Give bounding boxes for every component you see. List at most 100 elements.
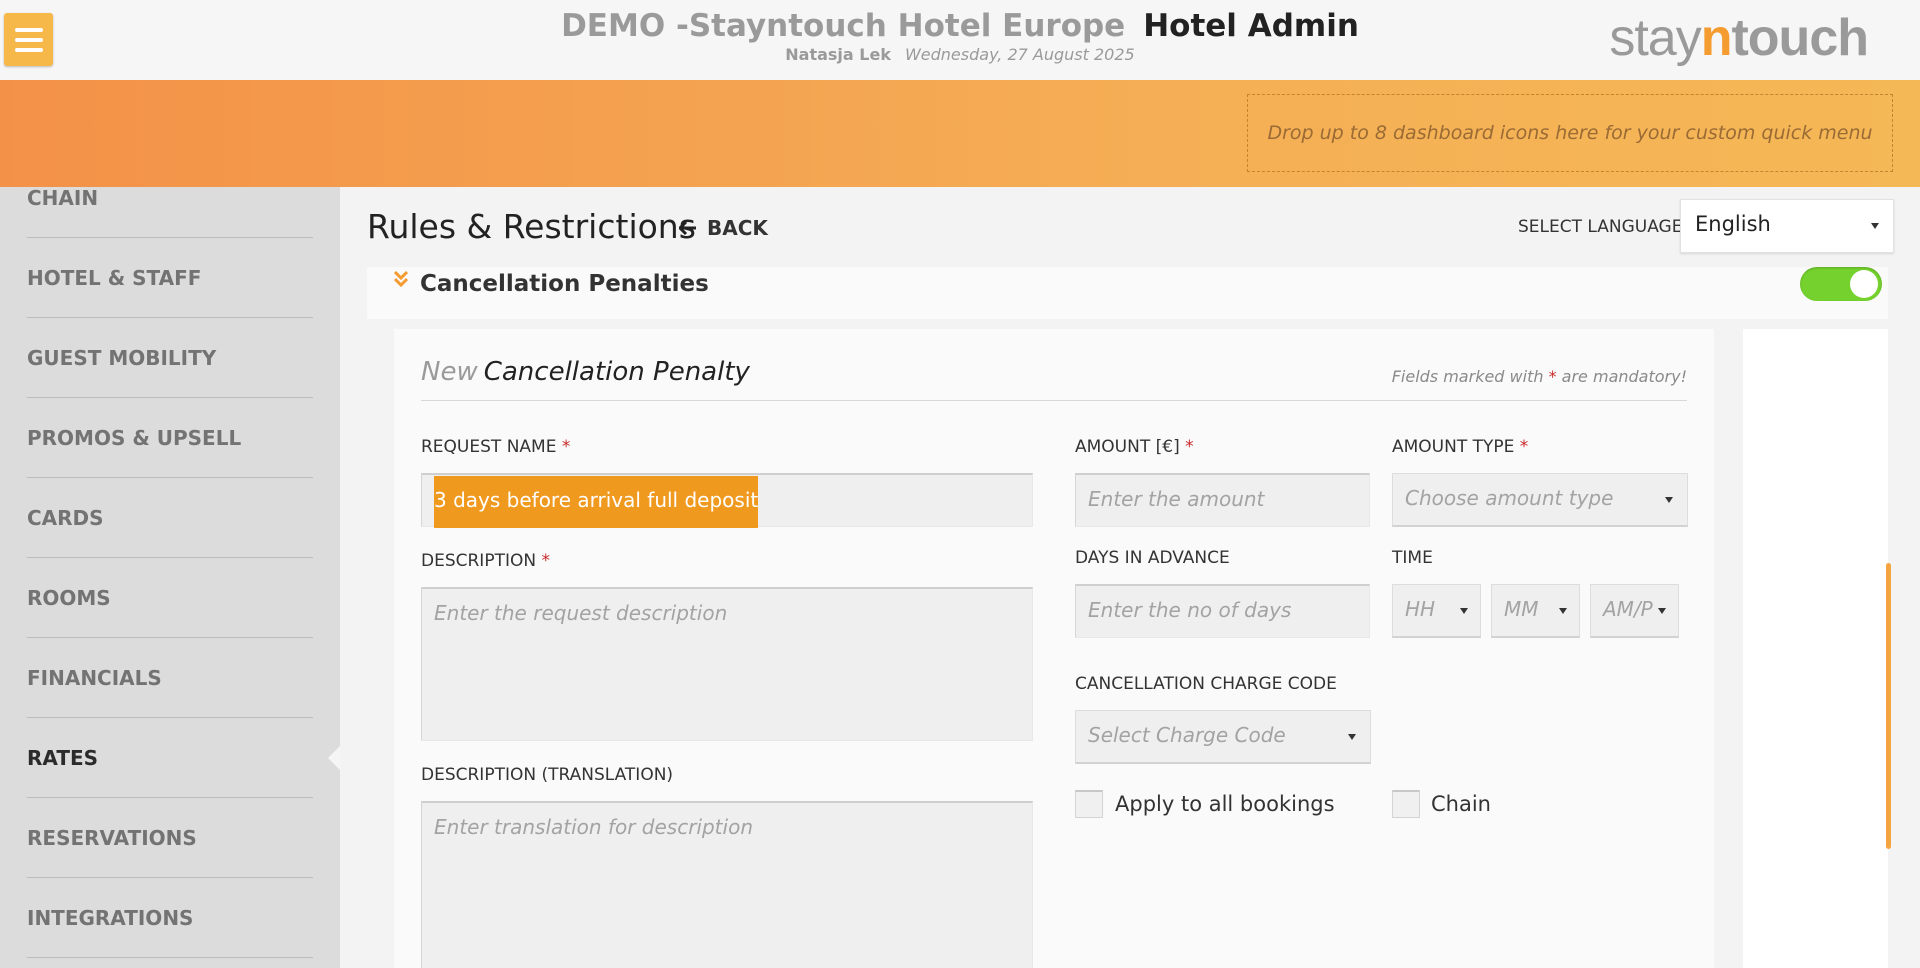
sidebar-item-chain[interactable]: CHAIN xyxy=(27,187,313,238)
sidebar-item-label: CHAIN xyxy=(27,187,99,210)
label-text: AMOUNT TYPE xyxy=(1392,437,1515,457)
quick-menu-hint: Drop up to 8 dashboard icons here for yo… xyxy=(1267,122,1873,144)
form-heading-name: Cancellation Penalty xyxy=(483,357,750,387)
request-name-input[interactable]: 3 days before arrival full deposit xyxy=(421,473,1033,528)
sidebar-item-guest-mobility[interactable]: GUEST MOBILITY xyxy=(27,318,313,398)
chevron-down-icon xyxy=(1665,496,1673,503)
sidebar-item-label: FINANCIALS xyxy=(27,665,162,690)
sidebar-item-cards[interactable]: CARDS xyxy=(27,478,313,558)
apply-to-all-bookings-checkbox[interactable] xyxy=(1075,790,1103,818)
chain-label: Chain xyxy=(1431,792,1491,816)
chevron-down-icon xyxy=(1871,223,1879,229)
arrow-left-icon xyxy=(679,221,696,235)
mandatory-note: Fields marked with * are mandatory! xyxy=(1392,367,1687,386)
quick-menu-band: Drop up to 8 dashboard icons here for yo… xyxy=(0,80,1920,187)
hotel-name: DEMO -Stayntouch Hotel Europe xyxy=(561,8,1126,44)
language-select[interactable]: English xyxy=(1680,199,1894,253)
mandatory-note-text: Fields marked with xyxy=(1391,367,1544,386)
back-button[interactable]: BACK xyxy=(679,216,768,240)
double-chevron-down-icon xyxy=(393,270,409,290)
time-minute-select[interactable]: MM xyxy=(1491,584,1580,638)
form-heading-prefix: New xyxy=(421,357,478,387)
language-value: English xyxy=(1695,212,1771,236)
sidebar-item-rates[interactable]: RATES xyxy=(27,718,313,798)
select-language-label: SELECT LANGUAGE xyxy=(1518,217,1683,237)
chain-checkbox[interactable] xyxy=(1392,790,1420,818)
amount-label: AMOUNT [€] * xyxy=(1075,437,1194,457)
sidebar-item-integrations[interactable]: INTEGRATIONS xyxy=(27,878,313,958)
top-header: DEMO -Stayntouch Hotel Europe Hotel Admin… xyxy=(0,0,1920,80)
days-in-advance-input[interactable]: Enter the no of days xyxy=(1075,584,1370,638)
cancellation-penalties-toggle[interactable] xyxy=(1800,267,1882,301)
required-star: * xyxy=(1519,437,1529,457)
charge-code-label: CANCELLATION CHARGE CODE xyxy=(1075,674,1337,694)
required-star: * xyxy=(1185,437,1194,457)
label-text: DESCRIPTION xyxy=(421,551,537,571)
logo-text-stay: stay xyxy=(1609,9,1701,67)
mandatory-note-text: are mandatory! xyxy=(1561,367,1687,386)
request-name-value: 3 days before arrival full deposit xyxy=(434,476,759,528)
cancellation-penalties-header[interactable]: Cancellation Penalties xyxy=(367,267,1888,319)
time-ampm-select[interactable]: AM/P xyxy=(1590,584,1679,638)
description-translation-label: DESCRIPTION (TRANSLATION) xyxy=(421,765,674,785)
user-name: Natasja Lek xyxy=(785,45,891,64)
chevron-down-icon xyxy=(1559,607,1567,614)
days-in-advance-label: DAYS IN ADVANCE xyxy=(1075,548,1230,568)
scrollbar-thumb[interactable] xyxy=(1886,563,1891,849)
logo-text-n: n xyxy=(1700,9,1733,67)
section-title: Cancellation Penalties xyxy=(420,271,709,297)
sidebar-item-label: RATES xyxy=(27,745,99,770)
page-title: Rules & Restrictions xyxy=(367,207,696,246)
back-label: BACK xyxy=(707,216,768,240)
description-label: DESCRIPTION * xyxy=(421,551,550,571)
logo-text-touch: touch xyxy=(1731,9,1869,67)
time-hour-select[interactable]: HH xyxy=(1392,584,1481,638)
amount-type-label: AMOUNT TYPE * xyxy=(1392,437,1528,457)
sidebar-item-label: PROMOS & UPSELL xyxy=(27,425,242,450)
main-content: Rules & Restrictions BACK SELECT LANGUAG… xyxy=(340,187,1920,968)
sidebar-item-label: INTEGRATIONS xyxy=(27,905,194,930)
sidebar-item-label: ROOMS xyxy=(27,585,111,610)
description-translation-placeholder: Enter translation for description xyxy=(434,815,753,839)
time-minute-placeholder: MM xyxy=(1504,597,1539,621)
current-date: Wednesday, 27 August 2025 xyxy=(904,45,1135,64)
chevron-down-icon xyxy=(1348,733,1356,740)
description-textarea[interactable]: Enter the request description xyxy=(421,587,1033,741)
new-cancellation-penalty-form: New Cancellation Penalty Fields marked wi… xyxy=(394,329,1714,968)
amount-placeholder: Enter the amount xyxy=(1088,487,1265,511)
sidebar-item-label: GUEST MOBILITY xyxy=(27,345,217,370)
amount-type-placeholder: Choose amount type xyxy=(1405,486,1614,510)
charge-code-placeholder: Select Charge Code xyxy=(1088,723,1286,747)
sidebar-item-financials[interactable]: FINANCIALS xyxy=(27,638,313,718)
label-text: REQUEST NAME xyxy=(421,437,557,457)
form-heading: New Cancellation Penalty Fields marked wi… xyxy=(421,357,1687,401)
quick-menu-dropzone[interactable]: Drop up to 8 dashboard icons here for yo… xyxy=(1247,94,1893,172)
sidebar-item-rooms[interactable]: ROOMS xyxy=(27,558,313,638)
active-item-pointer xyxy=(328,745,340,771)
chevron-down-icon xyxy=(1658,607,1666,614)
amount-type-select[interactable]: Choose amount type xyxy=(1392,473,1688,527)
time-ampm-placeholder: AM/P xyxy=(1603,597,1653,621)
toggle-knob xyxy=(1850,270,1878,298)
sidebar-item-hotel-staff[interactable]: HOTEL & STAFF xyxy=(27,238,313,318)
stayntouch-logo[interactable]: stayntouch xyxy=(1609,8,1869,68)
amount-input[interactable]: Enter the amount xyxy=(1075,473,1370,527)
required-star: * xyxy=(1548,367,1557,386)
sidebar-item-label: CARDS xyxy=(27,505,104,530)
charge-code-select[interactable]: Select Charge Code xyxy=(1075,710,1371,764)
description-translation-textarea[interactable]: Enter translation for description xyxy=(421,801,1033,968)
sidebar-item-reservations[interactable]: RESERVATIONS xyxy=(27,798,313,878)
chevron-down-icon xyxy=(1460,607,1468,614)
sidebar-item-label: HOTEL & STAFF xyxy=(27,265,202,290)
sidebar-item-promos-upsell[interactable]: PROMOS & UPSELL xyxy=(27,398,313,478)
days-in-advance-placeholder: Enter the no of days xyxy=(1088,598,1292,622)
time-hour-placeholder: HH xyxy=(1405,597,1436,621)
sidebar-item-label: RESERVATIONS xyxy=(27,825,197,850)
required-star: * xyxy=(561,437,571,457)
section-name: Hotel Admin xyxy=(1143,8,1359,44)
description-placeholder: Enter the request description xyxy=(434,601,728,625)
request-name-label: REQUEST NAME * xyxy=(421,437,570,457)
admin-sidebar: CHAIN HOTEL & STAFF GUEST MOBILITY PROMO… xyxy=(0,187,340,968)
time-label: TIME xyxy=(1392,548,1433,568)
apply-to-all-bookings-label: Apply to all bookings xyxy=(1115,792,1335,816)
